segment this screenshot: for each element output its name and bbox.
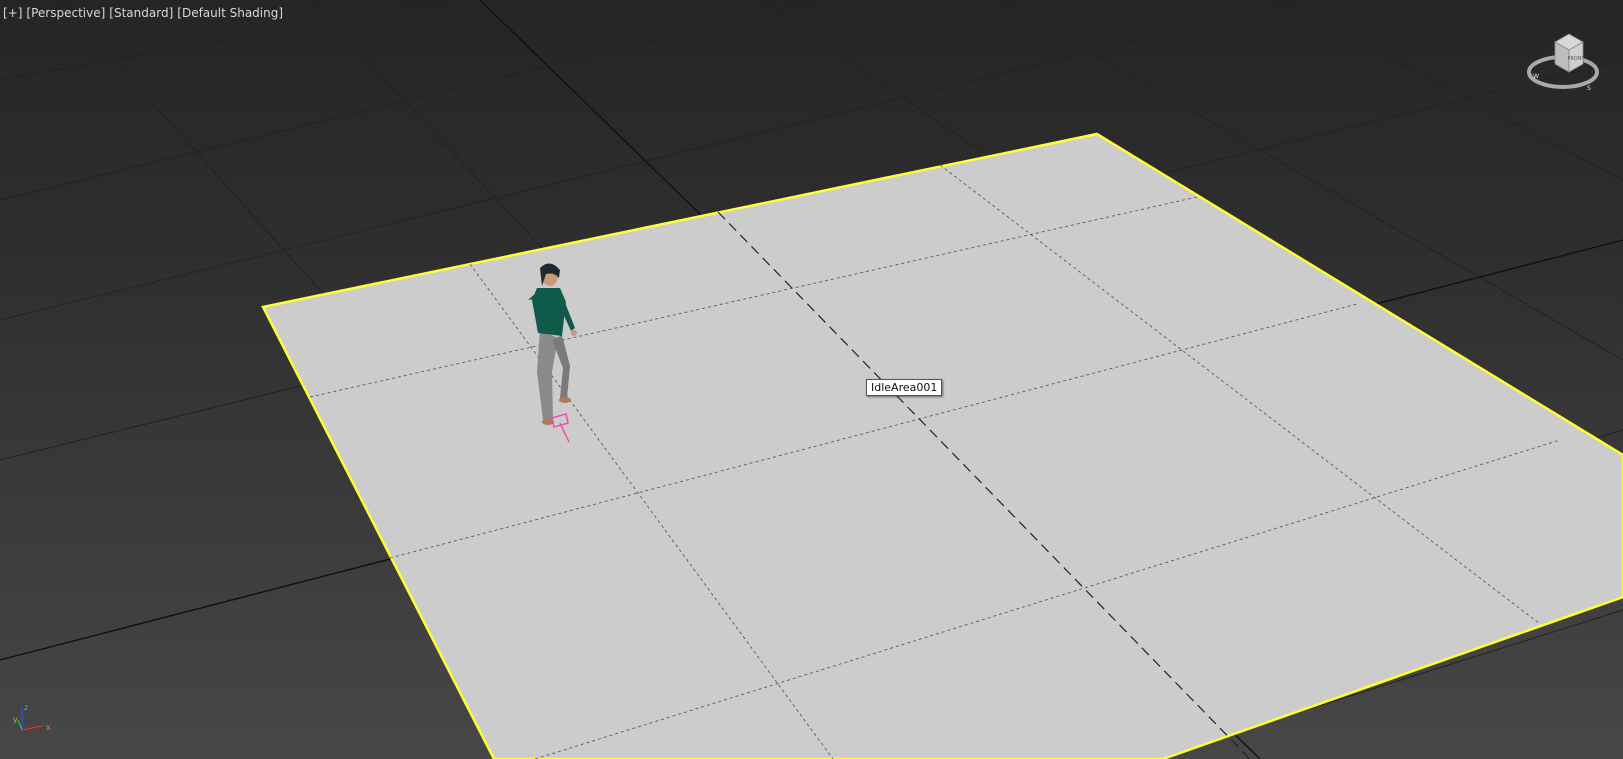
svg-text:S: S xyxy=(1587,85,1591,92)
viewport-label-menu: [+] [Perspective] [Standard] [Default Sh… xyxy=(3,5,283,21)
viewport-general-menu[interactable]: [+] xyxy=(3,5,22,21)
viewcube-icon[interactable]: FRONT W S xyxy=(1525,28,1605,98)
scene-canvas[interactable] xyxy=(0,0,1623,759)
axis-z-label: z xyxy=(24,703,28,712)
viewport-mode-menu[interactable]: [Standard] xyxy=(109,5,173,21)
svg-text:W: W xyxy=(1533,73,1539,80)
axis-y-label: y xyxy=(13,715,18,724)
perspective-viewport[interactable]: [+] [Perspective] [Standard] [Default Sh… xyxy=(0,0,1623,759)
viewport-point-of-view-menu[interactable]: [Perspective] xyxy=(26,5,105,21)
viewport-shading-menu[interactable]: [Default Shading] xyxy=(177,5,283,21)
idle-area-plane[interactable] xyxy=(261,132,1623,759)
axis-x-label: x xyxy=(46,723,51,732)
object-name-tooltip: IdleArea001 xyxy=(866,379,943,396)
axis-tripod-icon: z x y xyxy=(13,703,51,732)
viewcube-face-label: FRONT xyxy=(1567,56,1585,62)
